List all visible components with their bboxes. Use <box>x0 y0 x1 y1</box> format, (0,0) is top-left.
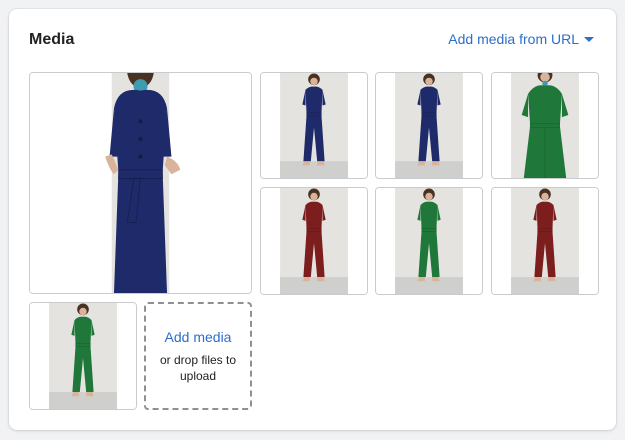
product-photo <box>261 188 367 294</box>
product-photo <box>376 73 482 178</box>
media-image-navy-jumpsuit-closeup[interactable] <box>29 72 252 294</box>
media-image-navy-jumpsuit-side[interactable] <box>375 72 483 179</box>
add-media-dropzone[interactable]: Add media or drop files to upload <box>144 302 252 410</box>
product-photo <box>376 188 482 294</box>
product-photo <box>261 73 367 178</box>
product-photo <box>30 303 136 409</box>
product-photo <box>30 73 251 293</box>
media-image-green-jumpsuit-front[interactable] <box>491 72 599 179</box>
media-image-green-jumpsuit-full[interactable] <box>375 187 483 295</box>
media-section-title: Media <box>29 31 75 48</box>
add-media-button[interactable]: Add media <box>165 329 232 345</box>
drop-files-hint: or drop files to upload <box>159 352 237 383</box>
product-photo <box>492 73 598 178</box>
media-image-red-jumpsuit-front[interactable] <box>260 187 368 295</box>
media-image-red-jumpsuit-full[interactable] <box>491 187 599 295</box>
add-media-from-url-button[interactable]: Add media from URL <box>448 31 594 47</box>
media-card: Media Add media from URL Add media or dr… <box>9 9 616 430</box>
media-image-navy-jumpsuit-front[interactable] <box>260 72 368 179</box>
product-photo <box>492 188 598 294</box>
add-media-from-url-label: Add media from URL <box>448 31 579 47</box>
media-image-green-jumpsuit-side[interactable] <box>29 302 137 410</box>
caret-down-icon <box>584 37 594 42</box>
